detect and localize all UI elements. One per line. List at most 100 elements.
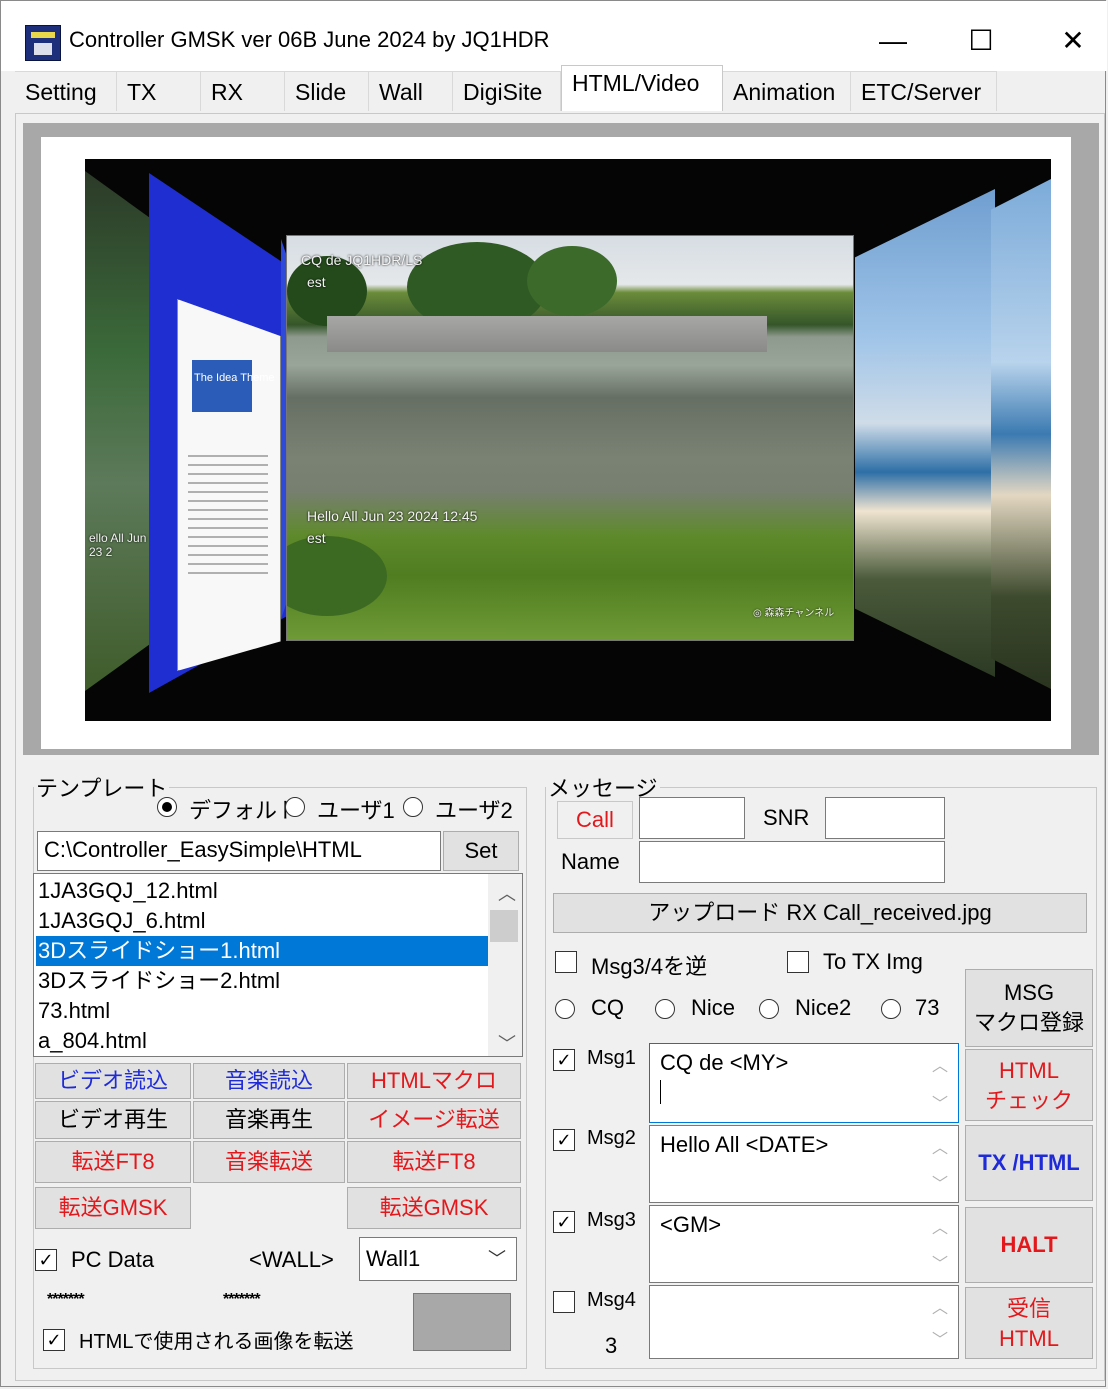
stars-indicator-2: ******* (223, 1291, 261, 1308)
slide-right-1 (855, 189, 995, 677)
call-input[interactable] (639, 797, 745, 839)
msg3-label: Msg3 (587, 1209, 636, 1231)
list-item[interactable]: 1JA3GQJ_6.html (38, 906, 206, 936)
template-file-list[interactable]: 1JA3GQJ_12.html 1JA3GQJ_6.html 3Dスライドショー… (33, 873, 523, 1057)
html-macro-button[interactable]: HTMLマクロ (347, 1063, 521, 1099)
radio-nice2[interactable] (759, 999, 779, 1019)
list-item[interactable]: 3Dスライドショー2.html (38, 966, 280, 996)
chevron-up-icon[interactable]: ︿ (498, 880, 516, 906)
video-play-button[interactable]: ビデオ再生 (35, 1101, 191, 1139)
list-item[interactable]: a_804.html (38, 1026, 147, 1056)
msg3-scrollbar[interactable]: ︿ ﹀ (924, 1206, 958, 1282)
image-thumbnail (413, 1293, 511, 1351)
video-load-button[interactable]: ビデオ読込 (35, 1063, 191, 1099)
list-item-selected[interactable]: 3Dスライドショー1.html (36, 936, 488, 966)
music-send-button[interactable]: 音楽転送 (193, 1141, 345, 1183)
html-check-line1: HTML (999, 1058, 1059, 1083)
set-button[interactable]: Set (443, 831, 519, 871)
image-send-button[interactable]: イメージ転送 (347, 1101, 521, 1139)
window-title: Controller GMSK ver 06B June 2024 by JQ1… (69, 27, 550, 52)
scroll-thumb[interactable] (490, 910, 518, 942)
msg1-scrollbar[interactable]: ︿ ﹀ (924, 1044, 958, 1122)
maximize-button[interactable]: ☐ (951, 19, 1011, 63)
wall-structure (327, 316, 767, 352)
radio-user1-label: ユーザ1 (317, 798, 395, 823)
send-ft8-button-2[interactable]: 転送FT8 (347, 1141, 521, 1183)
slide-document: The Idea Theme (177, 299, 281, 671)
send-gmsk-button-2[interactable]: 転送GMSK (347, 1187, 521, 1229)
msg2-scrollbar[interactable]: ︿ ﹀ (924, 1126, 958, 1202)
tab-tx[interactable]: TX (117, 71, 201, 111)
tab-etc-server[interactable]: ETC/Server (851, 71, 997, 111)
wall-label: <WALL> (249, 1247, 334, 1272)
radio-nice2-label: Nice2 (795, 995, 852, 1020)
to-tx-img-checkbox[interactable] (787, 951, 809, 973)
chevron-down-icon: ﹀ (488, 1249, 506, 1269)
app-window: Controller GMSK ver 06B June 2024 by JQ1… (0, 0, 1107, 1387)
msg3-checkbox[interactable]: ✓ (553, 1211, 575, 1233)
title-bar: Controller GMSK ver 06B June 2024 by JQ1… (1, 1, 1107, 71)
msg1-textarea[interactable]: CQ de <MY> ︿ ﹀ (649, 1043, 959, 1123)
music-play-button[interactable]: 音楽再生 (193, 1101, 345, 1139)
list-scrollbar[interactable]: ︿ ﹀ (488, 874, 522, 1056)
chevron-down-icon[interactable]: ﹀ (498, 1030, 516, 1056)
tab-animation[interactable]: Animation (723, 71, 851, 111)
msg4-checkbox[interactable] (553, 1291, 575, 1313)
tab-html-video[interactable]: HTML/Video (561, 65, 723, 111)
tab-digisite[interactable]: DigiSite (453, 71, 561, 111)
send-images-checkbox[interactable]: ✓ (43, 1329, 65, 1351)
html-check-button[interactable]: HTML チェック (965, 1049, 1093, 1121)
pc-data-label: PC Data (71, 1247, 155, 1272)
msg3-textarea[interactable]: <GM> ︿ ﹀ (649, 1205, 959, 1283)
send-gmsk-button[interactable]: 転送GMSK (35, 1187, 191, 1229)
msg-macro-line1: MSG (1003, 980, 1055, 1005)
msg2-text: Hello All <DATE> (660, 1132, 829, 1157)
msg1-checkbox[interactable]: ✓ (553, 1049, 575, 1071)
snr-input[interactable] (825, 797, 945, 839)
msg2-textarea[interactable]: Hello All <DATE> ︿ ﹀ (649, 1125, 959, 1203)
slide-right-2 (991, 179, 1051, 689)
radio-cq[interactable] (555, 999, 575, 1019)
msg4-label: Msg4 (587, 1289, 636, 1311)
preview-watermark: ◎ 森森チャンネル (753, 608, 835, 619)
msg2-checkbox[interactable]: ✓ (553, 1129, 575, 1151)
pc-data-checkbox[interactable]: ✓ (35, 1249, 57, 1271)
msg-macro-line2: マクロ登録 (973, 1010, 1084, 1035)
send-images-label: HTMLで使用される画像を転送 (79, 1331, 354, 1353)
wall-select-value: Wall1 (366, 1246, 421, 1271)
radio-default[interactable] (157, 797, 177, 817)
msg-macro-button[interactable]: MSG マクロ登録 (965, 969, 1093, 1047)
radio-default-label: デフォルト (189, 798, 300, 823)
call-button[interactable]: Call (557, 801, 633, 839)
list-item[interactable]: 73.html (38, 996, 110, 1026)
name-input[interactable] (639, 841, 945, 883)
halt-button[interactable]: HALT (965, 1207, 1093, 1283)
receive-html-line2: HTML (999, 1326, 1059, 1351)
upload-rx-button[interactable]: アップロード RX Call_received.jpg (553, 893, 1087, 933)
minimize-button[interactable]: — (863, 19, 923, 63)
stars-indicator-1: ******* (47, 1291, 85, 1308)
tab-setting[interactable]: Setting (15, 71, 117, 111)
wall-select[interactable]: Wall1 ﹀ (359, 1237, 517, 1281)
msg4-textarea[interactable]: ︿ ﹀ (649, 1285, 959, 1359)
send-ft8-button[interactable]: 転送FT8 (35, 1141, 191, 1183)
name-label: Name (561, 849, 620, 874)
receive-html-button[interactable]: 受信 HTML (965, 1287, 1093, 1359)
radio-73[interactable] (881, 999, 901, 1019)
radio-user1[interactable] (285, 797, 305, 817)
radio-user2[interactable] (403, 797, 423, 817)
side-overlay-text: ello All Jun 23 2 (89, 531, 147, 559)
music-load-button[interactable]: 音楽読込 (193, 1063, 345, 1099)
msg34-reverse-checkbox[interactable] (555, 951, 577, 973)
tab-slide[interactable]: Slide (285, 71, 369, 111)
radio-nice[interactable] (655, 999, 675, 1019)
tx-html-button[interactable]: TX /HTML (965, 1125, 1093, 1201)
msg1-label: Msg1 (587, 1047, 636, 1069)
msg4-scrollbar[interactable]: ︿ ﹀ (924, 1286, 958, 1358)
tab-rx[interactable]: RX (201, 71, 285, 111)
close-button[interactable]: ✕ (1043, 19, 1103, 63)
template-path-input[interactable]: C:\Controller_EasySimple\HTML (37, 831, 441, 871)
radio-cq-label: CQ (591, 995, 624, 1020)
list-item[interactable]: 1JA3GQJ_12.html (38, 876, 218, 906)
tab-wall[interactable]: Wall (369, 71, 453, 111)
